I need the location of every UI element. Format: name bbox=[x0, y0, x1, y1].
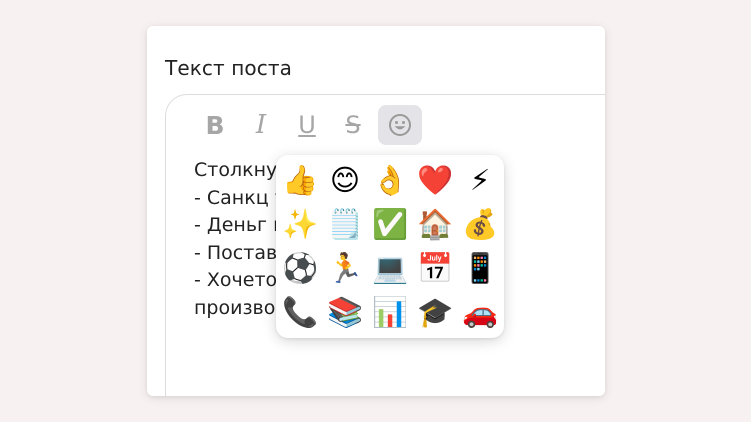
notepad-icon[interactable]: 🗒️ bbox=[323, 203, 368, 247]
car-icon[interactable]: 🚗 bbox=[458, 291, 503, 335]
underline-icon: U bbox=[298, 111, 316, 139]
formatting-toolbar: B I U S bbox=[192, 105, 422, 145]
red-heart-icon[interactable]: ❤️ bbox=[413, 159, 458, 203]
strikethrough-icon: S bbox=[345, 111, 361, 139]
italic-icon: I bbox=[255, 110, 267, 140]
books-icon[interactable]: 📚 bbox=[323, 291, 368, 335]
italic-button[interactable]: I bbox=[238, 105, 284, 145]
soccer-ball-icon[interactable]: ⚽ bbox=[278, 247, 323, 291]
graduation-cap-icon[interactable]: 🎓 bbox=[413, 291, 458, 335]
underline-button[interactable]: U bbox=[284, 105, 330, 145]
laptop-icon[interactable]: 💻 bbox=[368, 247, 413, 291]
post-text-label: Текст поста bbox=[165, 56, 292, 80]
bar-chart-icon[interactable]: 📊 bbox=[368, 291, 413, 335]
smiling-face-icon[interactable]: 😊 bbox=[323, 159, 368, 203]
money-bag-icon[interactable]: 💰 bbox=[458, 203, 503, 247]
calendar-icon[interactable]: 📅 bbox=[413, 247, 458, 291]
bold-icon: B bbox=[205, 110, 225, 140]
emoji-picker: 👍 😊 👌 ❤️ ⚡ ✨ 🗒️ ✅ 🏠 💰 ⚽ 🏃 💻 📅 📱 📞 📚 📊 🎓 🚗 bbox=[276, 155, 504, 338]
bold-button[interactable]: B bbox=[192, 105, 238, 145]
emoji-button[interactable] bbox=[378, 105, 422, 145]
mobile-phone-icon[interactable]: 📱 bbox=[458, 247, 503, 291]
ok-hand-icon[interactable]: 👌 bbox=[368, 159, 413, 203]
house-icon[interactable]: 🏠 bbox=[413, 203, 458, 247]
thumbs-up-icon[interactable]: 👍 bbox=[278, 159, 323, 203]
check-box-icon[interactable]: ✅ bbox=[368, 203, 413, 247]
runner-icon[interactable]: 🏃 bbox=[323, 247, 368, 291]
emoji-smile-icon bbox=[389, 114, 411, 136]
strikethrough-button[interactable]: S bbox=[330, 105, 376, 145]
sparkles-icon[interactable]: ✨ bbox=[278, 203, 323, 247]
lightning-icon[interactable]: ⚡ bbox=[458, 159, 503, 203]
telephone-icon[interactable]: 📞 bbox=[278, 291, 323, 335]
